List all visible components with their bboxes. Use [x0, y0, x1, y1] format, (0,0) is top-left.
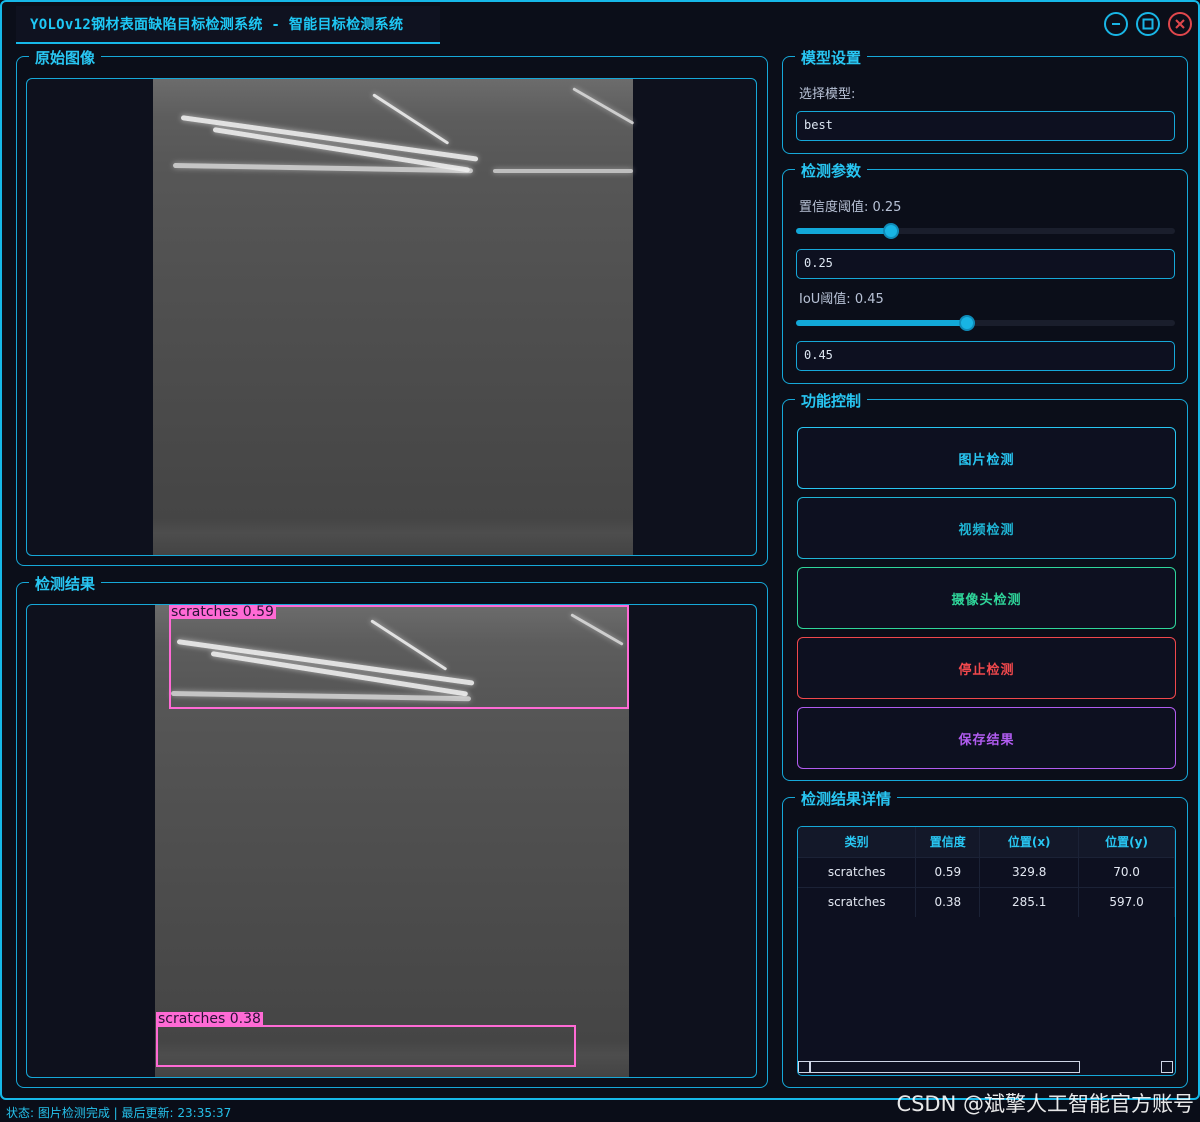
camera-detect-button[interactable]: 摄像头检测 — [797, 567, 1176, 629]
detection-box — [156, 1025, 576, 1067]
column-header[interactable]: 位置(x) — [979, 827, 1080, 857]
close-icon[interactable] — [1168, 12, 1192, 36]
scratch-streak — [572, 87, 635, 125]
table-cell: 329.8 — [979, 856, 1080, 887]
detection-details-title: 检测结果详情 — [795, 788, 898, 809]
table-cell: 0.38 — [915, 886, 981, 917]
save-result-button[interactable]: 保存结果 — [797, 707, 1176, 769]
original-image — [153, 79, 635, 555]
detection-box — [169, 605, 629, 709]
detection-label: scratches 0.59 — [169, 604, 276, 620]
scratch-streak — [180, 115, 479, 162]
table-row[interactable]: scratches 0.38 285.1 597.0 — [798, 886, 1175, 917]
scratch-streak — [372, 93, 450, 145]
function-controls-group: 功能控制 图片检测 视频检测 摄像头检测 停止检测 保存结果 — [782, 390, 1188, 781]
status-bar: 状态: 图片检测完成 | 最后更新: 23:35:37 — [6, 1106, 232, 1120]
table-cell: scratches — [798, 886, 917, 917]
iou-slider-handle[interactable] — [958, 315, 975, 331]
image-detect-button[interactable]: 图片检测 — [797, 427, 1176, 489]
column-header[interactable]: 置信度 — [915, 827, 981, 857]
detection-details-group: 检测结果详情 类别 置信度 位置(x) 位置(y) scratches 0.59 — [782, 788, 1188, 1088]
stop-detect-button[interactable]: 停止检测 — [797, 637, 1176, 699]
table-header-row: 类别 置信度 位置(x) 位置(y) — [798, 827, 1175, 857]
iou-label: IoU阈值: 0.45 — [799, 292, 884, 307]
confidence-slider[interactable] — [796, 223, 1175, 239]
video-detect-button[interactable]: 视频检测 — [797, 497, 1176, 559]
scroll-right-icon[interactable] — [1161, 1061, 1173, 1073]
window-title: YOLOv12钢材表面缺陷目标检测系统 - 智能目标检测系统 — [30, 17, 404, 33]
iou-input[interactable]: 0.45 — [796, 341, 1175, 371]
confidence-slider-fill — [796, 228, 891, 234]
detection-result-title: 检测结果 — [29, 573, 102, 594]
watermark: CSDN @斌擎人工智能官方账号 — [896, 1092, 1194, 1116]
detection-result-group: 检测结果 scratches 0.59 scratches 0.38 — [16, 573, 768, 1088]
maximize-icon[interactable] — [1136, 12, 1160, 36]
confidence-input[interactable]: 0.25 — [796, 249, 1175, 279]
model-select-label: 选择模型: — [799, 87, 856, 102]
iou-slider[interactable] — [796, 315, 1175, 331]
scratch-streak — [493, 169, 633, 173]
original-image-view — [26, 78, 757, 556]
scrollbar-thumb[interactable] — [810, 1061, 1080, 1073]
results-table[interactable]: 类别 置信度 位置(x) 位置(y) scratches 0.59 329.8 … — [797, 826, 1176, 1076]
table-cell: 70.0 — [1078, 856, 1175, 887]
column-header[interactable]: 位置(y) — [1078, 827, 1175, 857]
table-row[interactable]: scratches 0.59 329.8 70.0 — [798, 856, 1175, 887]
confidence-label: 置信度阈值: 0.25 — [799, 200, 902, 215]
model-select[interactable]: best — [796, 111, 1175, 141]
table-cell: 597.0 — [1078, 886, 1175, 917]
original-image-title: 原始图像 — [29, 47, 102, 68]
detection-params-group: 检测参数 置信度阈值: 0.25 0.25 IoU阈值: 0.45 0.45 — [782, 160, 1188, 384]
model-settings-title: 模型设置 — [795, 47, 868, 68]
model-settings-group: 模型设置 选择模型: best — [782, 47, 1188, 154]
iou-slider-fill — [796, 320, 967, 326]
table-cell: scratches — [798, 856, 917, 887]
original-image-group: 原始图像 — [16, 47, 768, 566]
table-cell: 285.1 — [979, 886, 1080, 917]
app-window: YOLOv12钢材表面缺陷目标检测系统 - 智能目标检测系统 原始图像 检测结果 — [0, 0, 1200, 1100]
column-header[interactable]: 类别 — [798, 827, 917, 857]
detection-label: scratches 0.38 — [156, 1011, 263, 1027]
scroll-left-icon[interactable] — [798, 1061, 810, 1073]
detection-params-title: 检测参数 — [795, 160, 868, 181]
horizontal-scrollbar[interactable] — [798, 1061, 1175, 1073]
table-cell: 0.59 — [915, 856, 981, 887]
function-controls-title: 功能控制 — [795, 390, 868, 411]
result-image-view: scratches 0.59 scratches 0.38 — [26, 604, 757, 1078]
minimize-icon[interactable] — [1104, 12, 1128, 36]
confidence-slider-handle[interactable] — [882, 223, 899, 239]
